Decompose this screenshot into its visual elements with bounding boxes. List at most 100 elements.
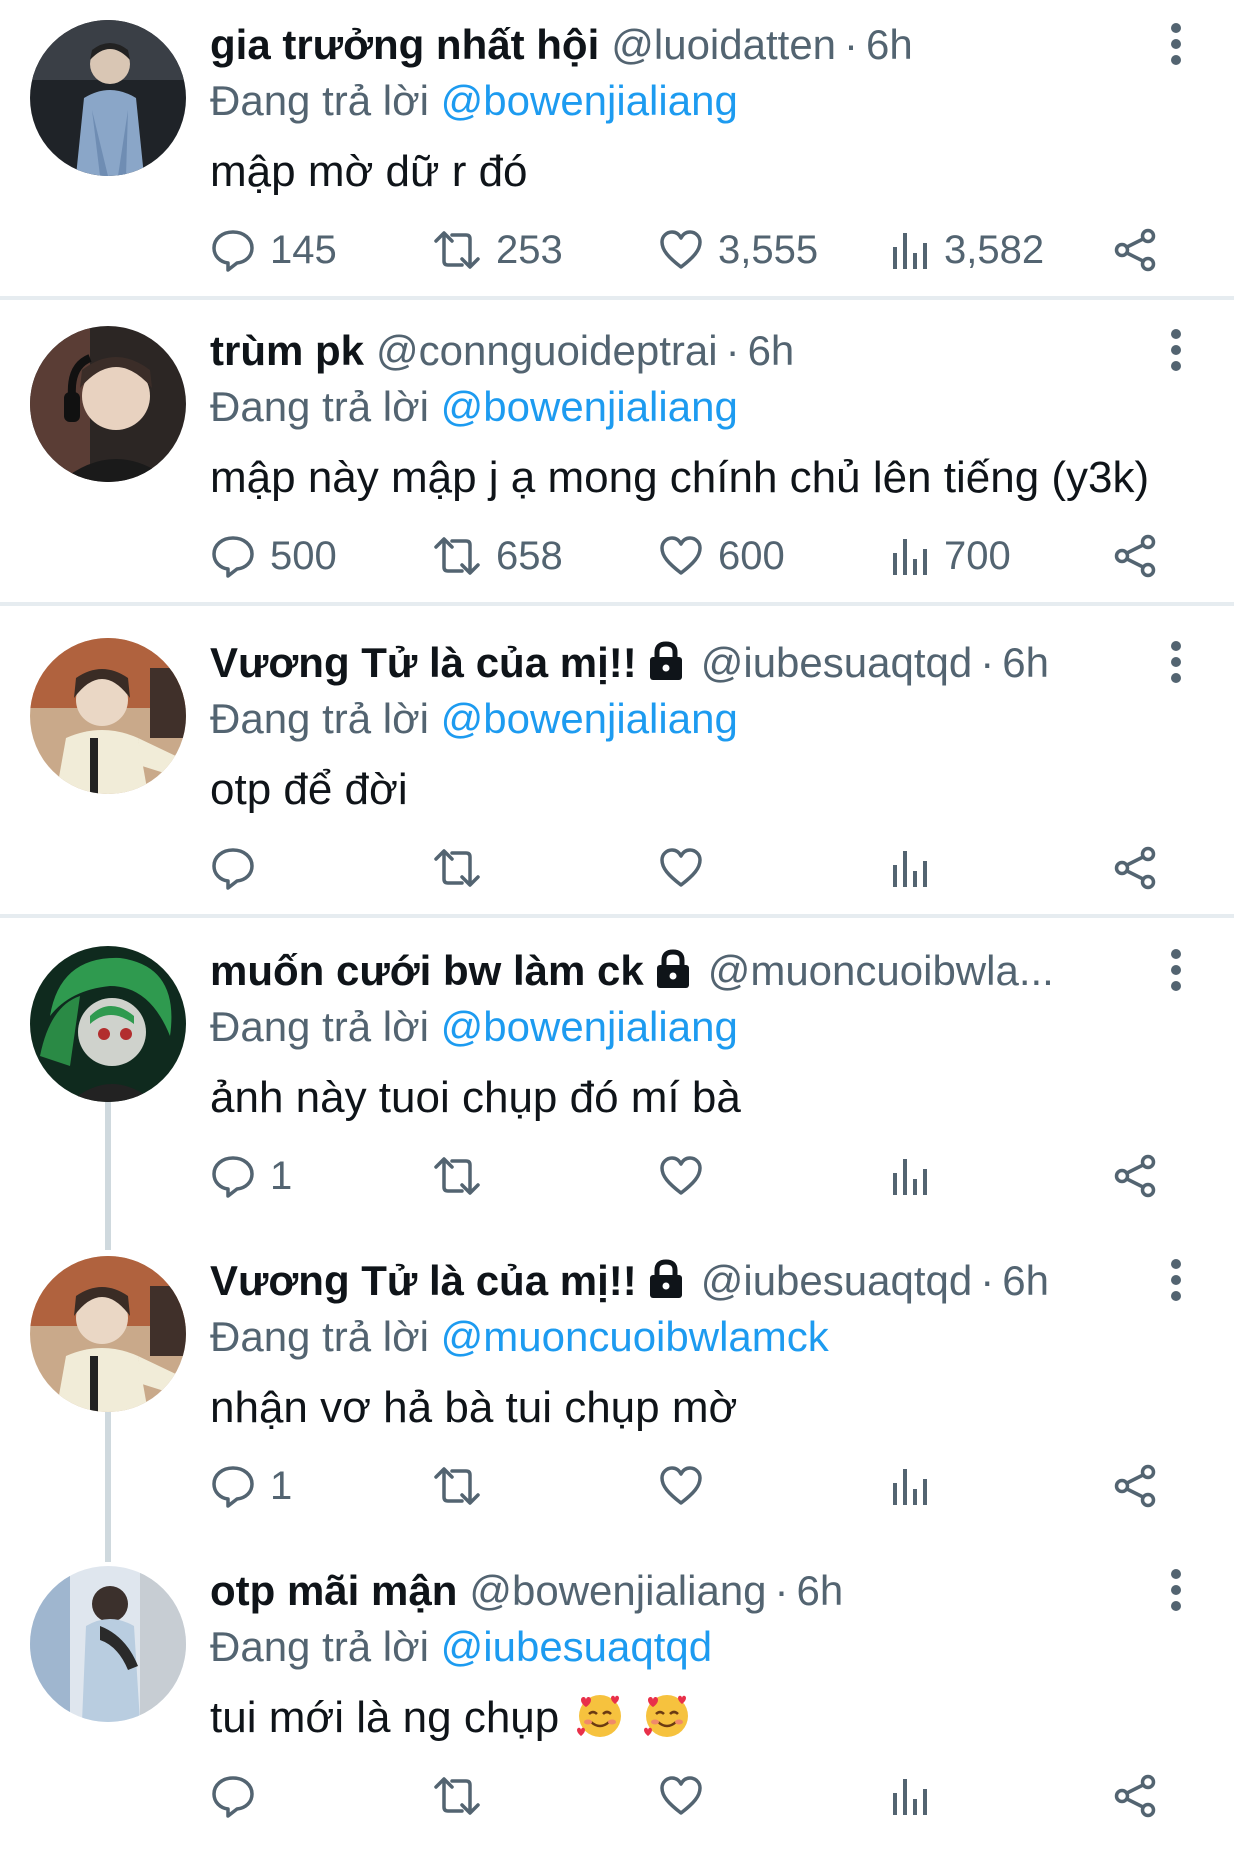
- separator-dot: ·: [774, 1567, 789, 1614]
- replying-mention-link[interactable]: @iubesuaqtqd: [441, 1623, 713, 1670]
- views-button[interactable]: [890, 840, 944, 896]
- reply-button[interactable]: [210, 840, 270, 896]
- avatar[interactable]: [30, 20, 186, 176]
- view-count: 700: [944, 533, 1011, 578]
- reply-button[interactable]: 500: [210, 528, 337, 584]
- views-button[interactable]: [890, 1148, 944, 1204]
- user-handle[interactable]: @connguoideptrai: [376, 327, 718, 374]
- display-name[interactable]: gia trưởng nhất hội: [210, 21, 599, 68]
- timestamp[interactable]: 6h: [866, 21, 913, 68]
- tweet[interactable]: Vương Tử là của mị!! @iubesuaqtqd · 6h Đang…: [0, 618, 1234, 914]
- tweet[interactable]: Vương Tử là của mị!! @iubesuaqtqd · 6h Đang…: [0, 1236, 1234, 1536]
- views-bar-chart-icon: [893, 1159, 927, 1195]
- view-count: 3,582: [944, 227, 1045, 272]
- share-icon: [1114, 228, 1156, 272]
- reply-button[interactable]: 1: [210, 1148, 292, 1204]
- user-handle[interactable]: @muoncuoibwla...: [708, 947, 1054, 994]
- reply-icon: [212, 848, 254, 890]
- share-button[interactable]: [1112, 222, 1158, 278]
- user-handle[interactable]: @iubesuaqtqd: [701, 1257, 973, 1304]
- tweet[interactable]: trùm pk @connguoideptrai · 6h Đang trả lời …: [0, 306, 1234, 602]
- heart-icon: [660, 1466, 702, 1505]
- avatar-image: [30, 946, 186, 1102]
- reply-button[interactable]: 1: [210, 1458, 292, 1514]
- more-options-icon[interactable]: [1166, 22, 1186, 66]
- user-handle[interactable]: @bowenjialiang: [469, 1567, 766, 1614]
- separator-dot: ·: [844, 21, 859, 68]
- display-name[interactable]: trùm pk: [210, 327, 364, 374]
- like-button[interactable]: [658, 840, 718, 896]
- replying-mention-link[interactable]: @bowenjialiang: [441, 383, 738, 430]
- avatar[interactable]: [30, 1566, 186, 1722]
- share-icon: [1114, 846, 1156, 890]
- separator-dot: ·: [725, 327, 740, 374]
- timestamp[interactable]: 6h: [748, 327, 795, 374]
- avatar[interactable]: [30, 638, 186, 794]
- share-button[interactable]: [1112, 1768, 1158, 1824]
- share-button[interactable]: [1112, 840, 1158, 896]
- retweet-count: 253: [496, 227, 563, 272]
- more-options-icon[interactable]: [1166, 1568, 1186, 1612]
- tweet[interactable]: muốn cưới bw làm ck @muoncuoibwla... Đang…: [0, 926, 1234, 1226]
- reply-count: 1: [270, 1463, 293, 1508]
- tweet[interactable]: gia trưởng nhất hội @luoidatten · 6h Đang t…: [0, 0, 1234, 296]
- replying-mention-link[interactable]: @bowenjialiang: [441, 695, 738, 742]
- reply-count: 500: [270, 533, 337, 578]
- avatar[interactable]: [30, 1256, 186, 1412]
- views-bar-chart-icon: [893, 1779, 927, 1815]
- timestamp[interactable]: 6h: [1002, 1257, 1049, 1304]
- more-options-icon[interactable]: [1166, 328, 1186, 372]
- more-options-icon[interactable]: [1166, 1258, 1186, 1302]
- user-handle[interactable]: @luoidatten: [611, 21, 836, 68]
- reply-icon: [212, 1776, 254, 1818]
- like-button[interactable]: [658, 1768, 718, 1824]
- avatar-image: [30, 1566, 186, 1722]
- reply-icon: [212, 230, 254, 272]
- retweet-icon: [434, 1157, 480, 1195]
- like-button[interactable]: 600: [658, 528, 785, 584]
- retweet-button[interactable]: [432, 1458, 496, 1514]
- views-button[interactable]: [890, 1768, 944, 1824]
- share-button[interactable]: [1112, 528, 1158, 584]
- retweet-button[interactable]: [432, 840, 496, 896]
- like-button[interactable]: 3,555: [658, 222, 818, 278]
- display-name[interactable]: Vương Tử là của mị!!: [210, 639, 637, 686]
- timestamp[interactable]: 6h: [797, 1567, 844, 1614]
- retweet-button[interactable]: 253: [432, 222, 563, 278]
- like-button[interactable]: [658, 1458, 718, 1514]
- replying-mention-link[interactable]: @bowenjialiang: [441, 77, 738, 124]
- views-bar-chart-icon: [893, 539, 927, 575]
- more-options-icon[interactable]: [1166, 640, 1186, 684]
- reply-button[interactable]: 145: [210, 222, 337, 278]
- more-options-icon[interactable]: [1166, 948, 1186, 992]
- replying-mention-link[interactable]: @bowenjialiang: [441, 1003, 738, 1050]
- divider: [0, 914, 1234, 918]
- share-icon: [1114, 534, 1156, 578]
- separator-dot: ·: [980, 639, 995, 686]
- display-name[interactable]: Vương Tử là của mị!!: [210, 1257, 637, 1304]
- lock-icon: [656, 949, 689, 988]
- views-button[interactable]: 700: [890, 528, 1011, 584]
- reply-button[interactable]: [210, 1768, 270, 1824]
- retweet-button[interactable]: [432, 1768, 496, 1824]
- retweet-button[interactable]: [432, 1148, 496, 1204]
- lock-icon: [649, 1259, 682, 1298]
- timestamp[interactable]: 6h: [1002, 639, 1049, 686]
- retweet-icon: [434, 849, 480, 887]
- retweet-button[interactable]: 658: [432, 528, 563, 584]
- user-handle[interactable]: @iubesuaqtqd: [701, 639, 973, 686]
- tweet[interactable]: otp mãi mận @bowenjialiang · 6h Đang trả lờ…: [0, 1546, 1234, 1846]
- replying-label: Đang trả lời: [210, 77, 429, 124]
- replying-mention-link[interactable]: @muoncuoibwlamck: [441, 1313, 829, 1360]
- like-button[interactable]: [658, 1148, 718, 1204]
- views-bar-chart-icon: [893, 1469, 927, 1505]
- share-button[interactable]: [1112, 1458, 1158, 1514]
- display-name[interactable]: muốn cưới bw làm ck: [210, 947, 644, 994]
- display-name[interactable]: otp mãi mận: [210, 1567, 457, 1614]
- tweet-actions: 1: [210, 1148, 1170, 1204]
- views-button[interactable]: 3,582: [890, 222, 1044, 278]
- share-button[interactable]: [1112, 1148, 1158, 1204]
- views-button[interactable]: [890, 1458, 944, 1514]
- avatar[interactable]: [30, 946, 186, 1102]
- avatar[interactable]: [30, 326, 186, 482]
